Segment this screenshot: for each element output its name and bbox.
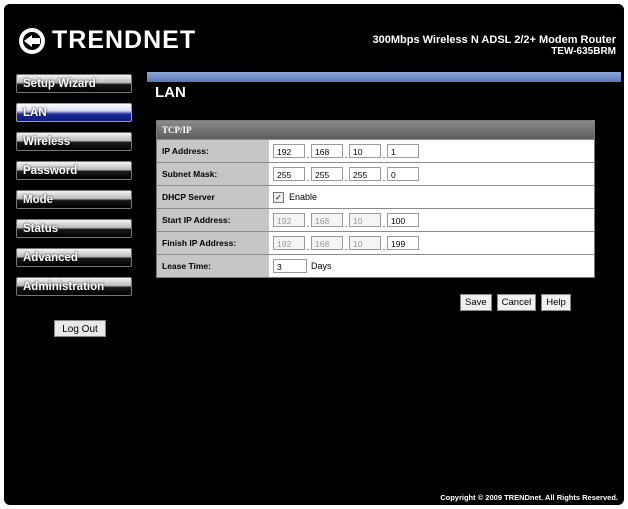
- finish-ip-octet-4-input[interactable]: 199: [387, 236, 419, 250]
- copyright-footer: Copyright © 2009 TRENDnet. All Rights Re…: [440, 493, 618, 502]
- sidebar-item-advanced[interactable]: Advanced: [16, 248, 132, 267]
- dhcp-enable-checkbox[interactable]: ✓: [273, 191, 284, 203]
- finish-ip-label: Finish IP Address:: [157, 232, 269, 254]
- mask-octet-4-input[interactable]: 0: [387, 167, 419, 181]
- ip-octet-2-input[interactable]: 168: [311, 144, 343, 158]
- start-ip-octet-1: 192: [273, 213, 305, 227]
- main-content: LAN TCP/IP IP Address: 192. 168. 10. 1 S…: [147, 72, 621, 492]
- model-number: TEW-635BRM: [551, 46, 616, 57]
- lease-time-row: Lease Time: 3 Days: [157, 254, 594, 277]
- dhcp-enable-label: Enable: [289, 192, 318, 202]
- subnet-mask-row: Subnet Mask: 255. 255. 255. 0: [157, 162, 594, 185]
- mask-octet-2-input[interactable]: 255: [311, 167, 343, 181]
- cancel-button[interactable]: Cancel: [496, 294, 537, 311]
- sidebar-item-mode[interactable]: Mode: [16, 190, 132, 209]
- ip-address-row: IP Address: 192. 168. 10. 1: [157, 139, 594, 162]
- finish-ip-row: Finish IP Address: 192. 168. 10. 199: [157, 231, 594, 254]
- brand-logo: TRENDNET: [18, 26, 196, 55]
- subnet-mask-label: Subnet Mask:: [157, 163, 269, 185]
- finish-ip-octet-1: 192: [273, 236, 305, 250]
- sidebar-item-wireless[interactable]: Wireless: [16, 132, 132, 151]
- product-name: 300Mbps Wireless N ADSL 2/2+ Modem Route…: [372, 34, 617, 46]
- sidebar-item-password[interactable]: Password: [16, 161, 132, 180]
- section-header: TCP/IP: [157, 121, 594, 139]
- dhcp-server-row: DHCP Server ✓ Enable: [157, 185, 594, 208]
- mask-octet-3-input[interactable]: 255: [349, 167, 381, 181]
- help-button[interactable]: Help: [541, 294, 571, 311]
- form-actions: Save Cancel Help: [460, 294, 571, 311]
- brand-name: TRENDNET: [52, 26, 197, 54]
- save-button[interactable]: Save: [460, 294, 492, 311]
- logout-button[interactable]: Log Out: [54, 320, 106, 337]
- sidebar-item-administration[interactable]: Administration: [16, 277, 132, 296]
- sidebar-item-setup-wizard[interactable]: Setup Wizard: [16, 74, 132, 93]
- mask-octet-1-input[interactable]: 255: [273, 167, 305, 181]
- lease-unit-label: Days: [311, 261, 332, 271]
- lease-time-input[interactable]: 3: [273, 259, 307, 273]
- tcpip-panel: TCP/IP IP Address: 192. 168. 10. 1 Subne…: [156, 120, 595, 278]
- sidebar-item-lan[interactable]: LAN: [16, 103, 132, 122]
- finish-ip-octet-3: 10: [349, 236, 381, 250]
- lease-time-label: Lease Time:: [157, 255, 269, 277]
- start-ip-octet-4-input[interactable]: 100: [387, 213, 419, 227]
- ip-octet-1-input[interactable]: 192: [273, 144, 305, 158]
- sidebar: Setup Wizard LAN Wireless Password Mode …: [16, 74, 140, 306]
- trendnet-logo-icon: [19, 27, 45, 54]
- router-admin-window: TRENDNET 300Mbps Wireless N ADSL 2/2+ Mo…: [4, 4, 624, 505]
- sidebar-item-status[interactable]: Status: [16, 219, 132, 238]
- ip-octet-4-input[interactable]: 1: [387, 144, 419, 158]
- finish-ip-octet-2: 168: [311, 236, 343, 250]
- start-ip-octet-3: 10: [349, 213, 381, 227]
- header: TRENDNET 300Mbps Wireless N ADSL 2/2+ Mo…: [4, 4, 624, 70]
- start-ip-octet-2: 168: [311, 213, 343, 227]
- dhcp-server-label: DHCP Server: [157, 186, 269, 208]
- content-top-bar: [147, 72, 621, 82]
- start-ip-label: Start IP Address:: [157, 209, 269, 231]
- ip-octet-3-input[interactable]: 10: [349, 144, 381, 158]
- product-info: 300Mbps Wireless N ADSL 2/2+ Modem Route…: [373, 34, 617, 58]
- start-ip-row: Start IP Address: 192. 168. 10. 100: [157, 208, 594, 231]
- page-title: LAN: [155, 84, 186, 101]
- ip-address-label: IP Address:: [157, 140, 269, 162]
